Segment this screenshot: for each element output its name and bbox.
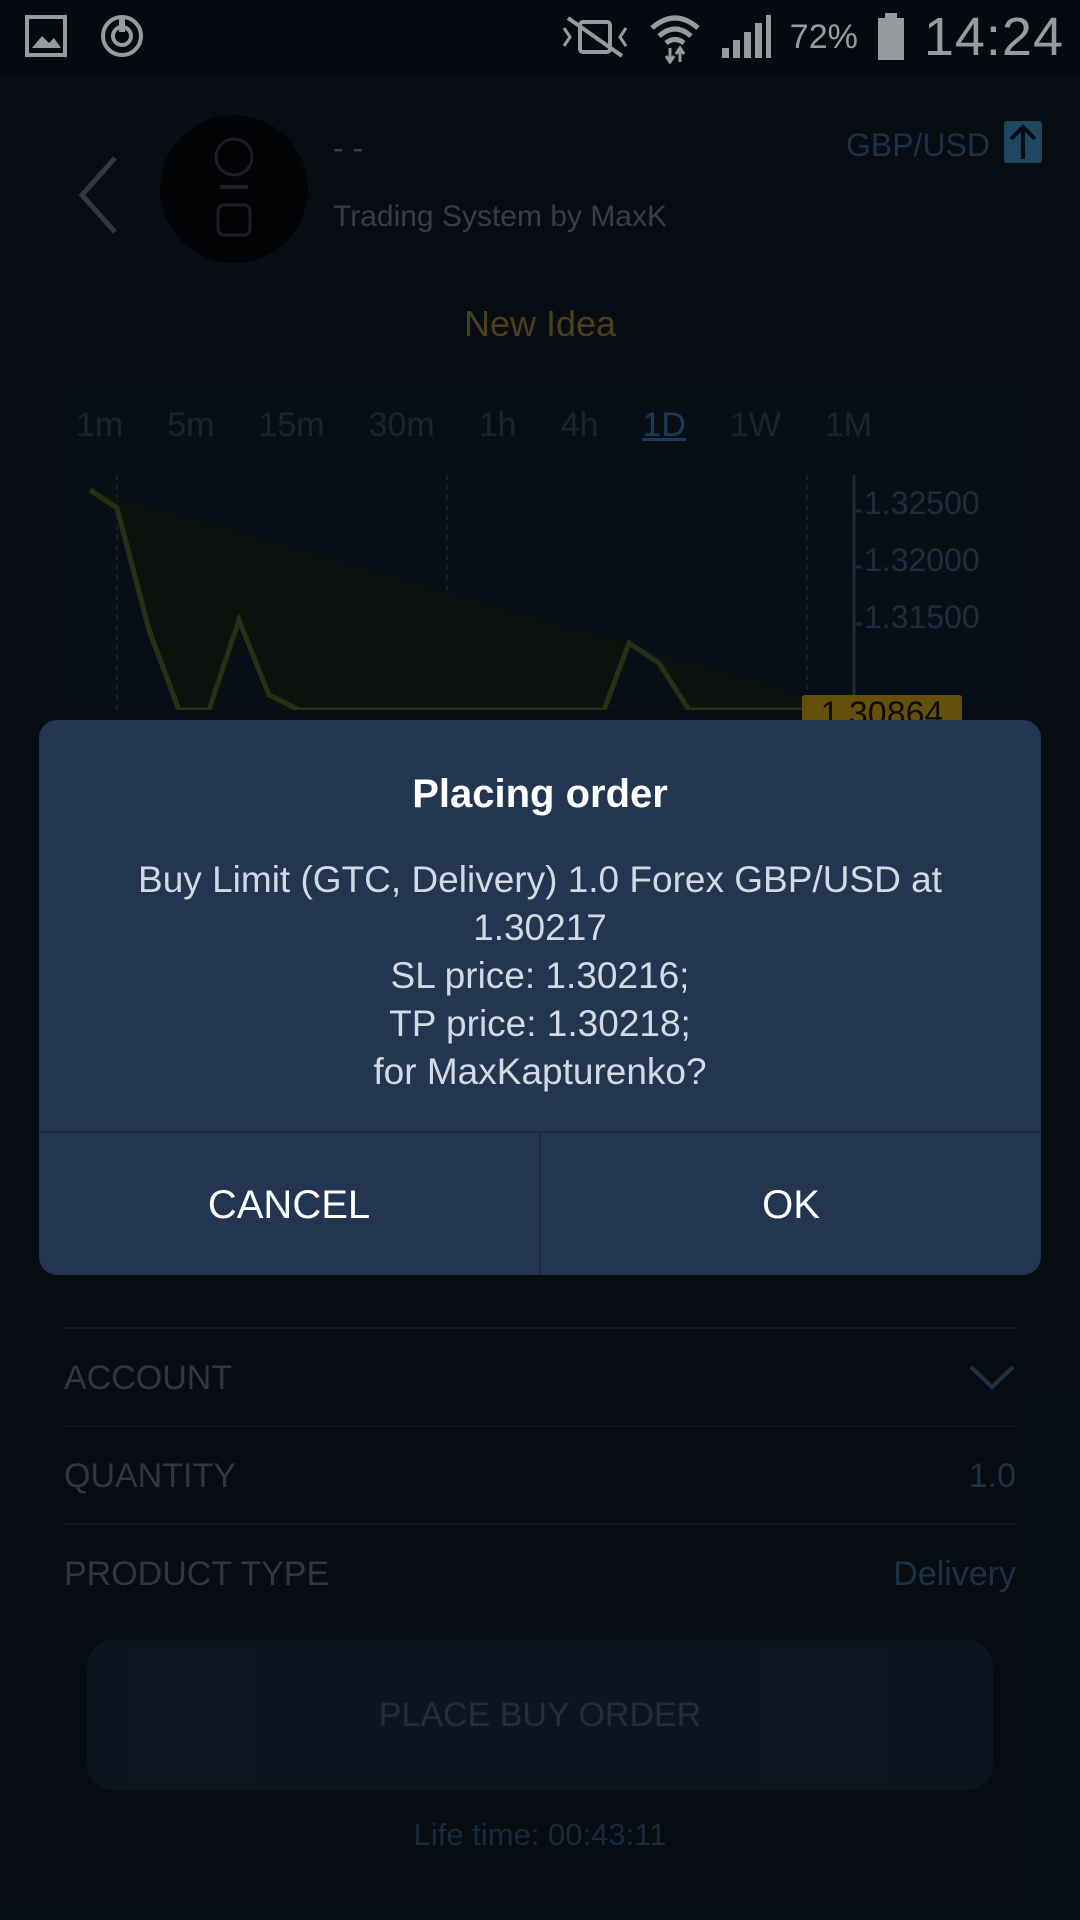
placing-order-dialog: Placing order Buy Limit (GTC, Delivery) … <box>39 720 1041 1275</box>
dialog-line: TP price: 1.30218; <box>389 1003 691 1044</box>
dialog-line: for MaxKapturenko? <box>373 1051 707 1092</box>
cancel-button[interactable]: CANCEL <box>39 1133 541 1275</box>
dialog-line: SL price: 1.30216; <box>390 955 690 996</box>
dialog-buttons: CANCEL OK <box>39 1131 1041 1275</box>
dialog-title: Placing order <box>412 772 668 816</box>
dialog-message: Buy Limit (GTC, Delivery) 1.0 Forex GBP/… <box>79 856 1001 1096</box>
ok-button[interactable]: OK <box>541 1133 1041 1275</box>
dialog-line: Buy Limit (GTC, Delivery) 1.0 Forex GBP/… <box>138 859 942 900</box>
dialog-line: 1.30217 <box>473 907 607 948</box>
